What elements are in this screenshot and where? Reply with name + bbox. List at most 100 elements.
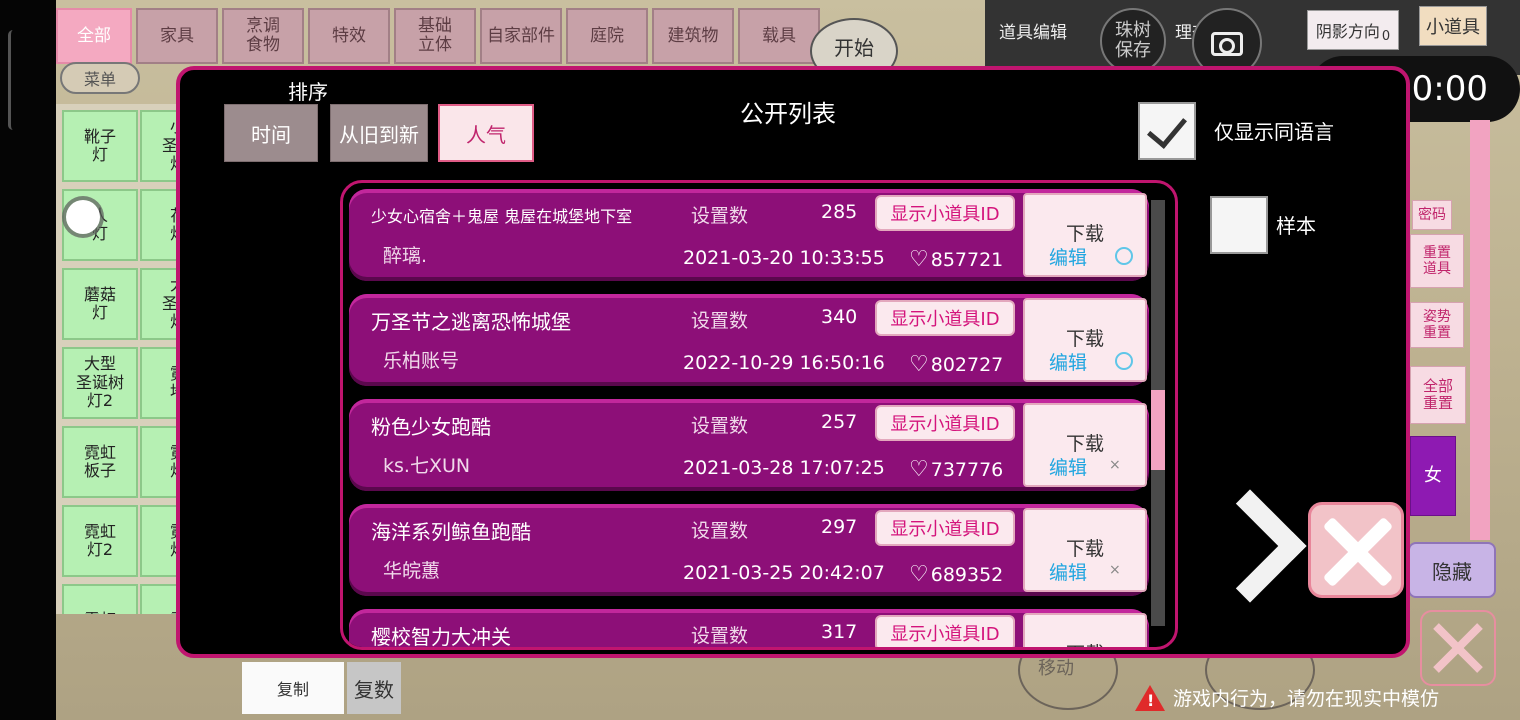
small-props-button[interactable]: 小道具 — [1419, 6, 1487, 46]
list-item-date: 2021-03-20 10:33:55 — [683, 247, 885, 269]
list-item[interactable]: 万圣节之逃离恐怖城堡 乐柏账号 设置数 340 2022-10-29 16:50:16 ♡… — [349, 294, 1149, 386]
reset-props-button[interactable]: 重置 道具 — [1410, 234, 1464, 288]
list-item-date: 2021-03-25 20:42:07 — [683, 562, 885, 584]
likes: ♡ 737776 — [909, 457, 1003, 482]
set-count-value: 297 — [821, 516, 858, 538]
list-item[interactable]: 樱校智力大冲关 设置数 317 显示小道具ID 下载 — [349, 609, 1149, 647]
likes: ♡ 689352 — [909, 562, 1003, 587]
sort-popularity-button[interactable]: 人气 — [438, 104, 534, 162]
sample-label: 样本 — [1276, 214, 1316, 238]
edit-label[interactable]: 编辑 — [1049, 348, 1087, 375]
same-language-label: 仅显示同语言 — [1214, 120, 1334, 144]
download-button[interactable]: 下载 编辑 × — [1023, 508, 1147, 592]
set-count-value: 317 — [821, 621, 858, 643]
category-tab[interactable]: 家具 — [136, 8, 218, 64]
category-tab[interactable]: 基础 立体 — [394, 8, 476, 64]
item-tile[interactable]: 霓虹 灯2 — [62, 505, 138, 577]
likes: ♡ 802727 — [909, 352, 1003, 377]
list-item-date: 2022-10-29 16:50:16 — [683, 352, 885, 374]
download-label: 下载 — [1065, 223, 1104, 245]
show-prop-id-button[interactable]: 显示小道具ID — [875, 405, 1015, 441]
edge-handle[interactable] — [8, 30, 18, 130]
show-prop-id-button[interactable]: 显示小道具ID — [875, 195, 1015, 231]
show-prop-id-button[interactable]: 显示小道具ID — [875, 510, 1015, 546]
list-item-author: 华皖蕙 — [383, 560, 441, 582]
same-language-checkbox[interactable] — [1138, 102, 1196, 160]
set-count-label: 设置数 — [691, 520, 749, 542]
side-scrollbar[interactable] — [1470, 120, 1490, 540]
scrollbar-thumb[interactable] — [1151, 390, 1165, 470]
item-edit-label: 道具编辑 — [999, 23, 1067, 43]
download-button[interactable]: 下载 编辑 — [1023, 193, 1147, 277]
heart-icon: ♡ — [909, 247, 929, 272]
copy-button[interactable]: 复制 — [242, 662, 344, 714]
show-prop-id-button[interactable]: 显示小道具ID — [875, 300, 1015, 336]
category-tabs: 全部 家具 烹调 食物 特效 基础 立体 自家部件 庭院 建筑物 载具 — [56, 8, 820, 64]
sort-time-button[interactable]: 时间 — [224, 104, 318, 162]
sample-checkbox[interactable] — [1210, 196, 1268, 254]
download-button[interactable]: 下载 编辑 — [1023, 298, 1147, 382]
multi-select-button[interactable]: 复数 — [347, 662, 401, 714]
download-button[interactable]: 下载 编辑 × — [1023, 403, 1147, 487]
menu-button[interactable]: 菜单 — [60, 62, 140, 94]
item-tile[interactable]: 靴子 灯 — [62, 110, 138, 182]
show-prop-id-button[interactable]: 显示小道具ID — [875, 615, 1015, 647]
editable-circle-icon — [1115, 247, 1133, 265]
download-button[interactable]: 下载 — [1023, 613, 1147, 647]
list-item-title: 少女心宿舍＋鬼屋 鬼屋在城堡地下室 — [371, 207, 633, 226]
list-item-author: 醉璃. — [383, 245, 428, 267]
category-tab[interactable]: 全部 — [56, 8, 132, 64]
likes-count: 857721 — [930, 248, 1004, 271]
public-list[interactable]: 少女心宿舍＋鬼屋 鬼屋在城堡地下室醉璃. 设置数 285 2021-03-20 10:… — [340, 180, 1178, 650]
likes-count: 737776 — [930, 458, 1004, 481]
item-tile[interactable]: 蘑菇 灯 — [62, 268, 138, 340]
download-label: 下载 — [1065, 433, 1104, 455]
list-item-title: 粉色少女跑酷 — [371, 415, 491, 439]
list-item-date: 2021-03-28 17:07:25 — [683, 457, 885, 479]
not-editable-x-icon: × — [1109, 457, 1121, 473]
list-scrollbar[interactable] — [1151, 200, 1165, 626]
list-item[interactable]: 海洋系列鲸鱼跑酷华皖蕙 设置数 297 2021-03-25 20:42:07 ♡ 689… — [349, 504, 1149, 596]
female-button[interactable]: 女 — [1410, 436, 1456, 516]
edit-label[interactable]: 编辑 — [1049, 243, 1087, 270]
category-tab[interactable]: 特效 — [308, 8, 390, 64]
editable-circle-icon — [1115, 352, 1133, 370]
item-grid: 靴子 灯小 圣诞 灯人 灯花 灯蘑菇 灯大 圣诞 灯大型 圣诞树 灯2霓 地霓虹… — [56, 104, 186, 614]
likes-count: 802727 — [930, 353, 1004, 376]
set-count-label: 设置数 — [691, 415, 749, 437]
dialog-title: 公开列表 — [740, 100, 836, 128]
item-tile[interactable]: 大型 圣诞树 灯2 — [62, 347, 138, 419]
edit-label[interactable]: 编辑 — [1049, 558, 1087, 585]
edit-label[interactable]: 编辑 — [1049, 453, 1087, 480]
dialog-close-button[interactable] — [1308, 502, 1404, 598]
camera-lens-icon — [1219, 38, 1235, 54]
reset-all-button[interactable]: 全部 重置 — [1410, 366, 1466, 424]
list-item[interactable]: 少女心宿舍＋鬼屋 鬼屋在城堡地下室醉璃. 设置数 285 2021-03-20 10:… — [349, 189, 1149, 281]
code-button[interactable]: 密码 — [1412, 200, 1452, 230]
hide-button[interactable]: 隐藏 — [1408, 542, 1496, 598]
category-tab[interactable]: 建筑物 — [652, 8, 734, 64]
category-tab[interactable]: 自家部件 — [480, 8, 562, 64]
category-tab[interactable]: 庭院 — [566, 8, 648, 64]
item-tile[interactable]: 霓虹 板子 — [62, 426, 138, 498]
list-item-author: ks.七XUN — [383, 455, 471, 477]
list-item[interactable]: 粉色少女跑酷 ks.七XUN 设置数 257 2021-03-28 17:07:25 ♡ 7… — [349, 399, 1149, 491]
outer-close-button[interactable] — [1420, 610, 1496, 686]
item-tile[interactable]: 霓虹 — [62, 584, 138, 614]
not-editable-x-icon: × — [1109, 562, 1121, 578]
category-tab[interactable]: 烹调 食物 — [222, 8, 304, 64]
category-tab[interactable]: 载具 — [738, 8, 820, 64]
checkmark-icon — [1147, 107, 1187, 149]
sort-label: 排序 — [288, 80, 328, 104]
pose-reset-button[interactable]: 姿势 重置 — [1410, 302, 1464, 348]
shadow-direction-button[interactable]: 阴影方向 0 — [1307, 10, 1399, 50]
sort-old-to-new-button[interactable]: 从旧到新 — [330, 104, 428, 162]
list-item-title: 海洋系列鲸鱼跑酷 — [371, 520, 531, 544]
set-count-value: 285 — [821, 201, 858, 223]
download-label: 下载 — [1065, 538, 1104, 560]
set-count-label: 设置数 — [691, 205, 749, 227]
next-page-button[interactable] — [1210, 494, 1266, 590]
list-item-author: 乐柏账号 — [383, 350, 460, 372]
set-count-value: 340 — [821, 306, 858, 328]
save-button[interactable]: 珠树 保存 — [1100, 8, 1166, 74]
